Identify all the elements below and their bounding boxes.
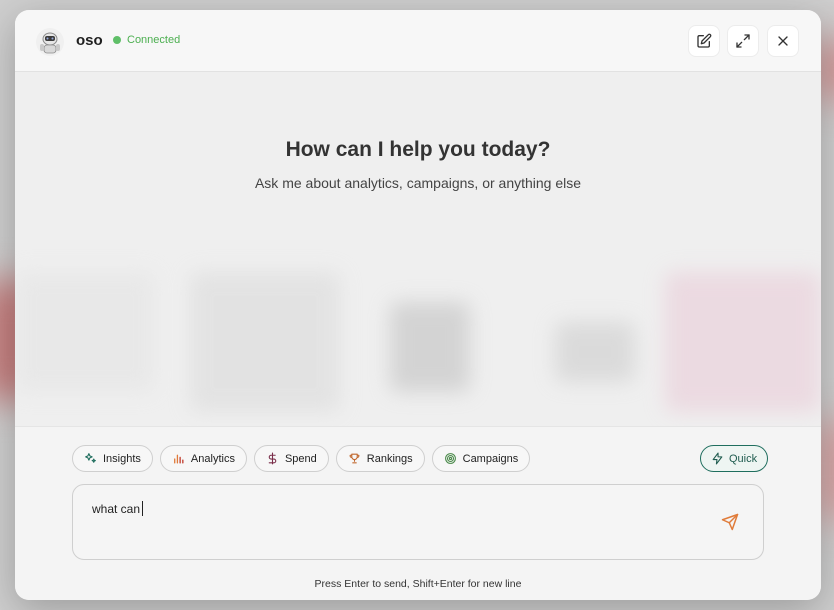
chip-insights[interactable]: Insights [72,445,153,472]
bar-chart-icon [173,454,184,464]
chip-spend[interactable]: Spend [253,445,329,472]
greeting-subtitle: Ask me about analytics, campaigns, or an… [254,175,582,191]
chip-analytics[interactable]: Analytics [159,445,247,472]
quick-mode-toggle[interactable]: Quick [700,445,769,472]
dollar-icon [268,452,277,465]
chip-label: Rankings [366,452,413,465]
chip-campaigns[interactable]: Campaigns [431,445,531,472]
chat-modal: oso Connected How can I help you today? … [15,10,821,600]
greeting-title: How can I help you today? [285,138,551,161]
robot-avatar-icon [36,28,64,56]
conversation-area [15,72,821,426]
lightning-icon [712,452,723,465]
composer-panel: Insights Analytics Spend Rankings Campai… [15,426,821,600]
input-hint: Press Enter to send, Shift+Enter for new… [314,578,522,590]
status-dot-icon [113,36,121,44]
expand-button[interactable] [727,25,759,57]
new-chat-button[interactable] [688,25,720,57]
trophy-icon [349,453,360,464]
chip-label: Insights [103,452,141,465]
close-button[interactable] [767,25,799,57]
app-name: oso [76,32,103,49]
expand-icon [736,34,750,48]
chip-rankings[interactable]: Rankings [335,445,425,472]
chip-label: Spend [284,452,317,465]
chip-label: Campaigns [462,452,519,465]
message-value: what can [92,501,141,516]
sparkles-icon [85,453,96,463]
message-input[interactable]: what can [72,484,764,560]
connection-status: Connected [113,34,180,46]
chip-label: Analytics [190,452,235,465]
quick-label: Quick [729,452,758,465]
target-icon [444,453,456,464]
close-icon [778,36,788,46]
edit-icon [697,33,712,48]
text-caret [142,501,144,516]
modal-header: oso Connected [15,10,821,72]
message-input-text[interactable]: what can [92,501,144,516]
send-icon[interactable] [721,513,739,531]
status-label: Connected [127,34,181,46]
suggestion-chips: Insights Analytics Spend Rankings Campai… [72,445,531,472]
